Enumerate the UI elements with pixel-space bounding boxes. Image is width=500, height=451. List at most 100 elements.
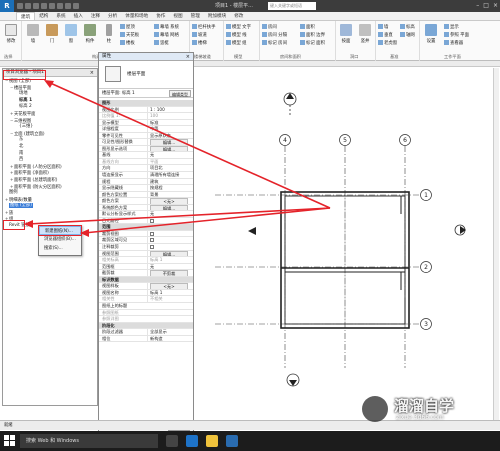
close-icon[interactable]: × xyxy=(186,53,190,61)
stair-button[interactable]: 楼梯 xyxy=(192,40,207,46)
tree-item[interactable]: −楼层平面 xyxy=(3,85,97,92)
tree-item[interactable]: 西 xyxy=(3,157,97,164)
task-view-icon[interactable] xyxy=(166,435,178,447)
print-icon[interactable] xyxy=(49,3,55,9)
checkbox-box[interactable] xyxy=(150,231,154,236)
edit-type-button[interactable]: 编辑类型 xyxy=(169,90,191,97)
property-value[interactable]: 无 xyxy=(147,211,193,217)
measure-icon[interactable] xyxy=(57,3,63,9)
tree-item[interactable]: 南 xyxy=(3,151,97,158)
close-icon[interactable]: × xyxy=(90,69,94,77)
maximize-icon[interactable]: □ xyxy=(483,2,489,9)
instance-selector[interactable]: 楼层平面: 标高 1 编辑类型 xyxy=(99,89,193,98)
ribbon-tab-4[interactable]: 注释 xyxy=(87,12,104,20)
grid-button[interactable]: 轴网 xyxy=(400,32,415,38)
model-line-button[interactable]: 模型 线 xyxy=(226,32,247,38)
area-button[interactable]: 面积 xyxy=(300,24,315,30)
tree-item[interactable]: +面积平面 (净面积) xyxy=(3,170,97,177)
wall-button[interactable]: 墙 xyxy=(24,24,42,44)
tree-item[interactable]: +面积平面 (总建筑面积) xyxy=(3,177,97,184)
property-value[interactable]: 背景 xyxy=(147,191,193,198)
door-button[interactable]: 门 xyxy=(43,24,61,44)
checkbox-box[interactable] xyxy=(150,218,154,223)
text-icon[interactable] xyxy=(65,3,71,9)
tree-item[interactable]: 东 xyxy=(3,137,97,144)
type-selector[interactable]: 楼层平面 xyxy=(99,61,193,89)
tree-item[interactable]: 北 xyxy=(3,144,97,151)
curtain-grid-button[interactable]: 幕墙 网格 xyxy=(154,32,179,38)
property-value[interactable]: 1 : 100 xyxy=(147,106,193,113)
ribbon-tab-5[interactable]: 分析 xyxy=(104,12,121,20)
tree-item[interactable]: +天花板平面 xyxy=(3,111,97,118)
search-menu-item[interactable]: 搜索(S)... xyxy=(39,244,81,253)
drawing-canvas[interactable]: 4 5 6 1 2 3 xyxy=(195,68,500,420)
ribbon-tab-1[interactable]: 结构 xyxy=(35,12,52,20)
curtain-system-button[interactable]: 幕墙 系统 xyxy=(154,24,179,30)
checkbox-box[interactable] xyxy=(150,238,154,243)
ribbon-tab-10[interactable]: 附加模块 xyxy=(204,12,230,20)
property-value[interactable]: 项目北 xyxy=(147,165,193,172)
room-button[interactable]: 房间 xyxy=(262,24,277,30)
floor-button[interactable]: 楼板 xyxy=(120,40,135,46)
property-value[interactable]: 中等 xyxy=(147,126,193,132)
3d-view-icon[interactable] xyxy=(73,3,79,9)
tree-item[interactable]: 标高 2 xyxy=(3,104,97,111)
property-value[interactable]: 全部显示 xyxy=(147,329,193,335)
taskbar-search-input[interactable]: 搜索 Web 和 Windows xyxy=(20,434,158,448)
ribbon-tab-6[interactable]: 体量和场地 xyxy=(121,12,152,20)
property-value[interactable]: 标准 xyxy=(147,119,193,126)
ceiling-button[interactable]: 天花板 xyxy=(120,32,139,38)
tree-item[interactable]: −三维视图 xyxy=(3,118,97,125)
redo-icon[interactable] xyxy=(41,3,47,9)
property-value[interactable]: 清理所有墙连接 xyxy=(147,172,193,178)
tree-item[interactable]: 标高 1 xyxy=(3,98,97,105)
ribbon-tab-2[interactable]: 系统 xyxy=(52,12,69,20)
viewer-button[interactable]: 查看器 xyxy=(444,40,463,46)
canvas-vertical-scrollbar[interactable] xyxy=(493,68,499,420)
tree-item[interactable]: 场地 xyxy=(3,91,97,98)
mullion-button[interactable]: 竖梃 xyxy=(154,40,169,46)
ribbon-tab-0[interactable]: 建筑 xyxy=(16,12,36,20)
railing-button[interactable]: 栏杆扶手 xyxy=(192,24,216,30)
window-button[interactable]: 窗 xyxy=(62,24,80,44)
roof-button[interactable]: 屋顶 xyxy=(120,24,135,30)
tree-item[interactable]: +面积平面 (人防分区面积) xyxy=(3,164,97,171)
property-value[interactable]: 按规程 xyxy=(147,185,193,191)
ref-plane-button[interactable]: 参照 平面 xyxy=(444,32,469,38)
search-input[interactable]: 键入关键字或短语 xyxy=(268,2,316,10)
undo-icon[interactable] xyxy=(33,3,39,9)
property-value[interactable]: 标高 1 xyxy=(147,289,193,296)
column-button[interactable]: 柱 xyxy=(100,24,118,44)
property-checkbox[interactable] xyxy=(147,230,193,237)
minimize-icon[interactable]: – xyxy=(476,2,479,9)
by-face-button[interactable]: 按面 xyxy=(337,24,355,44)
room-separator-button[interactable]: 房间 分隔 xyxy=(262,32,287,38)
show-workplane-button[interactable]: 显示 xyxy=(444,24,459,30)
tag-area-button[interactable]: 标记 面积 xyxy=(300,40,325,46)
set-workplane-button[interactable]: 设置 xyxy=(422,24,440,44)
explorer-icon[interactable] xyxy=(206,435,218,447)
tree-item[interactable]: +族 xyxy=(3,210,97,217)
property-checkbox[interactable] xyxy=(147,217,193,224)
property-value[interactable]: 新构造 xyxy=(147,335,193,342)
tree-item[interactable]: {三维} xyxy=(3,124,97,131)
ramp-button[interactable]: 坡道 xyxy=(192,32,207,38)
model-group-button[interactable]: 模型 组 xyxy=(226,40,247,46)
area-boundary-button[interactable]: 面积 边界 xyxy=(300,32,325,38)
vertical-opening-button[interactable]: 垂直 xyxy=(378,32,393,38)
browser-organization-menu-item[interactable]: 浏览器组织(B)... xyxy=(39,235,81,244)
property-checkbox[interactable] xyxy=(147,244,193,250)
level-button[interactable]: 标高 xyxy=(400,24,415,30)
windows-start-icon[interactable] xyxy=(4,435,16,447)
close-icon[interactable]: × xyxy=(493,2,498,9)
app-logo[interactable]: R xyxy=(0,0,14,12)
ribbon-tab-9[interactable]: 管理 xyxy=(187,12,204,20)
property-checkbox[interactable] xyxy=(147,237,193,244)
checkbox-box[interactable] xyxy=(150,245,154,250)
property-value[interactable]: 建筑 xyxy=(147,178,193,185)
save-icon[interactable] xyxy=(25,3,31,9)
model-text-button[interactable]: 模型 文字 xyxy=(226,24,251,30)
dormer-button[interactable]: 老虎窗 xyxy=(378,40,397,46)
ribbon-tab-3[interactable]: 插入 xyxy=(70,12,87,20)
tree-item[interactable]: 图例 xyxy=(3,190,97,197)
